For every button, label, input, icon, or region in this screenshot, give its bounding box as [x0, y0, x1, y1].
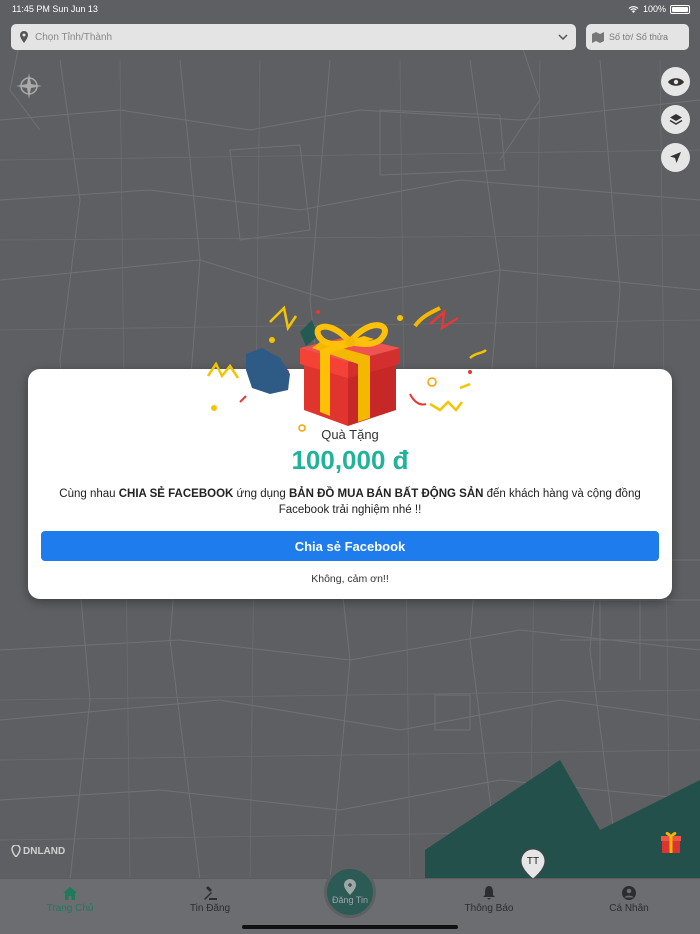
status-time: 11:45 PM Sun Jun 13	[12, 4, 98, 14]
share-facebook-button[interactable]: Chia sẻ Facebook	[41, 531, 659, 561]
message-highlight-share: CHIA SẺ FACEBOOK	[118, 488, 234, 500]
chevron-down-icon	[558, 34, 568, 40]
tab-home[interactable]: Trang Chủ	[20, 885, 120, 914]
gift-icon[interactable]	[659, 830, 683, 854]
logo-text: DNLAND	[23, 845, 66, 857]
visibility-button[interactable]	[661, 67, 690, 96]
gift-box	[300, 322, 400, 426]
tab-listings[interactable]: Tin Đăng	[160, 885, 260, 914]
tab-profile-label: Cá Nhân	[609, 903, 649, 914]
eye-icon	[667, 77, 684, 86]
tab-profile[interactable]: Cá Nhân	[579, 885, 679, 914]
post-listing-label: Đăng Tin	[331, 895, 369, 905]
message-highlight-app: BẢN ĐỒ MUA BÁN BẤT ĐỘNG SẢN	[289, 488, 484, 500]
battery-icon	[670, 4, 690, 14]
battery-percent: 100%	[642, 4, 666, 14]
message-prefix: Cùng nhau	[59, 488, 119, 500]
wifi-icon	[628, 5, 639, 13]
map-icon	[592, 31, 604, 43]
map-marker[interactable]: TT	[519, 848, 547, 880]
tab-notifications-label: Thông Báo	[464, 903, 514, 914]
gift-box-illustration	[206, 305, 487, 432]
navigation-arrow-icon	[670, 152, 681, 163]
layers-icon	[669, 113, 682, 125]
message-mid: ứng dụng	[233, 488, 289, 500]
app-logo: DNLAND	[11, 845, 65, 857]
locate-button[interactable]	[661, 143, 690, 172]
post-listing-button[interactable]: Đăng Tin	[324, 866, 376, 918]
gift-amount: 100,000 đ	[291, 445, 409, 475]
tab-listings-label: Tin Đăng	[189, 903, 231, 914]
parcel-search-button[interactable]: Số tờ/ Số thửa	[586, 24, 689, 50]
parcel-search-label: Số tờ/ Số thửa	[609, 32, 668, 42]
home-icon	[63, 886, 77, 900]
province-select[interactable]: Chọn Tỉnh/Thành	[11, 24, 576, 50]
location-pin-icon	[20, 31, 28, 43]
gavel-icon	[204, 886, 217, 900]
tab-notifications[interactable]: Thông Báo	[439, 885, 539, 914]
user-circle-icon	[622, 886, 636, 900]
decline-button[interactable]: Không, cảm ơn!!	[28, 573, 672, 585]
location-add-icon	[344, 879, 356, 895]
dialog-message: Cùng nhau CHIA SẺ FACEBOOK ứng dụng BẢN …	[38, 486, 662, 518]
location-pin-icon	[11, 845, 21, 857]
layers-button[interactable]	[661, 105, 690, 134]
province-select-placeholder: Chọn Tỉnh/Thành	[35, 31, 113, 43]
status-right: 100%	[628, 4, 690, 14]
home-indicator	[242, 925, 458, 929]
bell-icon	[483, 886, 495, 900]
tab-home-label: Trang Chủ	[46, 903, 94, 914]
status-bar: 11:45 PM Sun Jun 13 100%	[0, 0, 700, 18]
map-marker-label: TT	[527, 856, 539, 867]
compass-icon	[16, 73, 42, 99]
